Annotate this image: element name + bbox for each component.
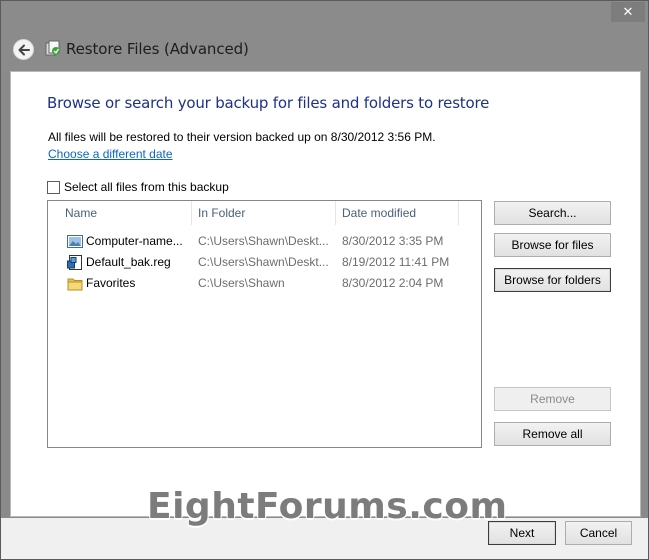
- column-header-date-modified[interactable]: Date modified: [342, 201, 416, 225]
- image-file-icon: [67, 235, 83, 248]
- remove-all-button[interactable]: Remove all: [494, 422, 611, 446]
- list-item[interactable]: Computer-name... C:\Users\Shawn\Deskt...…: [48, 231, 481, 252]
- select-all-checkbox[interactable]: [47, 181, 60, 194]
- list-item[interactable]: Default_bak.reg C:\Users\Shawn\Deskt... …: [48, 252, 481, 273]
- restore-app-icon: [45, 40, 60, 56]
- watermark-text: EightForums.com: [147, 486, 508, 527]
- file-folder: C:\Users\Shawn: [198, 276, 285, 290]
- files-list[interactable]: Name In Folder Date modified Computer-na…: [47, 200, 482, 448]
- title-bar: ✕ Restore Files (Advanced): [1, 1, 648, 71]
- column-header-in-folder[interactable]: In Folder: [198, 201, 245, 225]
- browse-files-button[interactable]: Browse for files: [494, 233, 611, 257]
- column-separator[interactable]: [458, 201, 459, 225]
- file-name: Favorites: [86, 276, 136, 290]
- restore-info-text: All files will be restored to their vers…: [48, 130, 436, 144]
- restore-files-window: ✕ Restore Files (Advanced) Browse or sea…: [0, 0, 649, 560]
- choose-different-date-link[interactable]: Choose a different date: [48, 147, 173, 161]
- window-title: Restore Files (Advanced): [66, 40, 249, 58]
- file-date: 8/30/2012 3:35 PM: [342, 234, 444, 248]
- close-button[interactable]: ✕: [611, 2, 645, 22]
- registry-file-icon: [67, 255, 82, 270]
- list-item[interactable]: Favorites C:\Users\Shawn 8/30/2012 2:04 …: [48, 273, 481, 294]
- column-separator[interactable]: [335, 201, 336, 225]
- close-icon: ✕: [622, 4, 634, 19]
- back-arrow-icon: [18, 44, 30, 56]
- file-name: Computer-name...: [86, 234, 183, 248]
- browse-folders-button[interactable]: Browse for folders: [494, 268, 611, 292]
- search-button[interactable]: Search...: [494, 201, 611, 225]
- column-separator[interactable]: [191, 201, 192, 225]
- content-panel: Browse or search your backup for files a…: [10, 71, 641, 517]
- file-name: Default_bak.reg: [86, 255, 171, 269]
- cancel-button[interactable]: Cancel: [565, 521, 632, 545]
- file-folder: C:\Users\Shawn\Deskt...: [198, 255, 329, 269]
- back-button[interactable]: [13, 39, 34, 60]
- folder-icon: [67, 278, 83, 291]
- column-header-name[interactable]: Name: [65, 201, 97, 225]
- remove-button[interactable]: Remove: [494, 387, 611, 411]
- file-date: 8/19/2012 11:41 PM: [342, 255, 450, 269]
- file-folder: C:\Users\Shawn\Deskt...: [198, 234, 329, 248]
- page-heading: Browse or search your backup for files a…: [47, 94, 490, 112]
- select-all-label[interactable]: Select all files from this backup: [64, 180, 229, 194]
- file-date: 8/30/2012 2:04 PM: [342, 276, 444, 290]
